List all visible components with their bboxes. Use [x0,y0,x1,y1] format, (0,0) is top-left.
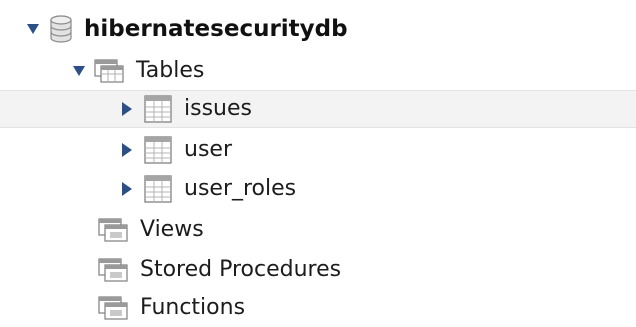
functions-folder-label: Functions [140,295,246,320]
table-name: issues [184,96,252,121]
schema-tree: hibernatesecuritydb Tables issues user u… [0,0,636,327]
tree-node-procedures-folder[interactable]: Stored Procedures [0,251,636,289]
table-name: user [184,137,232,162]
table-row[interactable]: user_roles [0,170,636,208]
tree-node-views-folder[interactable]: Views [0,211,636,249]
expand-arrow-right-icon[interactable] [116,98,138,120]
tree-node-tables-folder[interactable]: Tables [0,52,636,90]
expand-arrow-down-icon[interactable] [22,18,44,40]
table-row[interactable]: user [0,131,636,169]
table-row[interactable]: issues [0,90,636,128]
tree-node-database[interactable]: hibernatesecuritydb [0,10,636,48]
folder-tables-icon [94,59,124,83]
tables-folder-label: Tables [136,58,205,83]
expand-arrow-right-icon[interactable] [116,178,138,200]
table-icon [144,95,172,123]
database-icon [50,15,72,43]
database-name: hibernatesecuritydb [84,15,348,42]
folder-procedures-icon [98,258,128,282]
table-icon [144,136,172,164]
views-folder-label: Views [140,217,204,242]
expand-arrow-down-icon[interactable] [68,60,90,82]
expand-arrow-right-icon[interactable] [116,139,138,161]
tree-node-functions-folder[interactable]: Functions [0,289,636,327]
folder-functions-icon [98,296,128,320]
table-name: user_roles [184,176,297,201]
table-icon [144,175,172,203]
procedures-folder-label: Stored Procedures [140,257,342,282]
folder-views-icon [98,218,128,242]
